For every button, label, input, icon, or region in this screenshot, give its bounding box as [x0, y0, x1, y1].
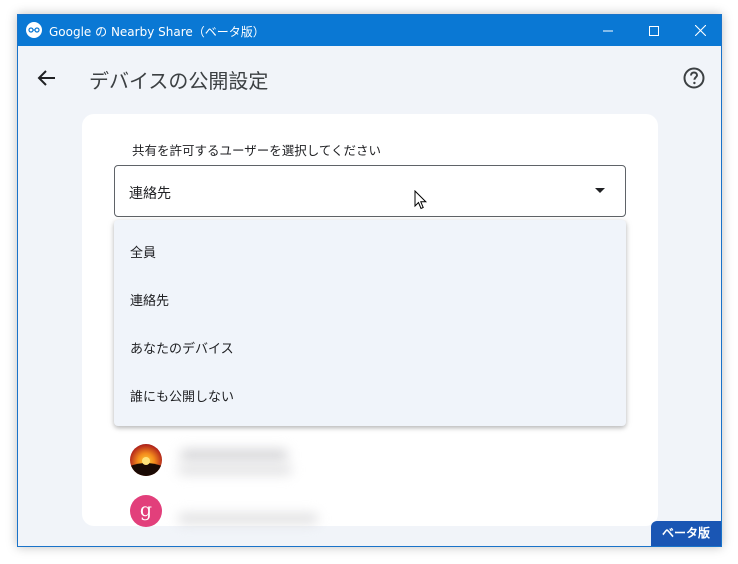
menu-item-contacts[interactable]: 連絡先 — [114, 278, 626, 326]
contact-avatar — [130, 444, 162, 476]
visibility-menu: 全員 連絡先 あなたのデバイス 誰にも公開しない — [114, 220, 626, 426]
visibility-label: 共有を許可するユーザーを選択してください — [132, 143, 382, 158]
nearby-share-icon — [26, 22, 42, 38]
app-window: Google の Nearby Share（ベータ版） デバイスの公開設定 共有… — [17, 14, 722, 547]
maximize-button[interactable] — [631, 15, 677, 46]
title-bar[interactable]: Google の Nearby Share（ベータ版） — [18, 15, 721, 46]
close-button[interactable] — [677, 15, 721, 46]
window-title: Google の Nearby Share（ベータ版） — [49, 25, 265, 39]
close-icon — [694, 25, 706, 36]
back-arrow-icon[interactable] — [36, 67, 58, 89]
contact-name-blurred — [180, 450, 288, 460]
minimize-button[interactable] — [585, 15, 631, 46]
mouse-cursor-icon — [414, 190, 428, 210]
maximize-icon — [649, 25, 659, 36]
page-title: デバイスの公開設定 — [89, 69, 269, 93]
selected-value: 連絡先 — [129, 186, 171, 202]
contact-avatar: g — [130, 495, 162, 527]
contact-name-blurred — [178, 514, 318, 523]
minimize-icon — [603, 30, 613, 31]
beta-badge: ベータ版 — [651, 521, 721, 546]
menu-item-everyone[interactable]: 全員 — [114, 230, 626, 278]
menu-item-hidden[interactable]: 誰にも公開しない — [114, 374, 626, 422]
contact-detail-blurred — [178, 466, 292, 474]
visibility-select[interactable]: 連絡先 — [114, 165, 626, 217]
help-icon[interactable] — [682, 66, 706, 90]
menu-item-your-devices[interactable]: あなたのデバイス — [114, 326, 626, 374]
visibility-card: 共有を許可するユーザーを選択してください 連絡先 全員 連絡先 あなたのデバイス… — [82, 114, 658, 527]
dropdown-caret-icon — [595, 188, 605, 193]
